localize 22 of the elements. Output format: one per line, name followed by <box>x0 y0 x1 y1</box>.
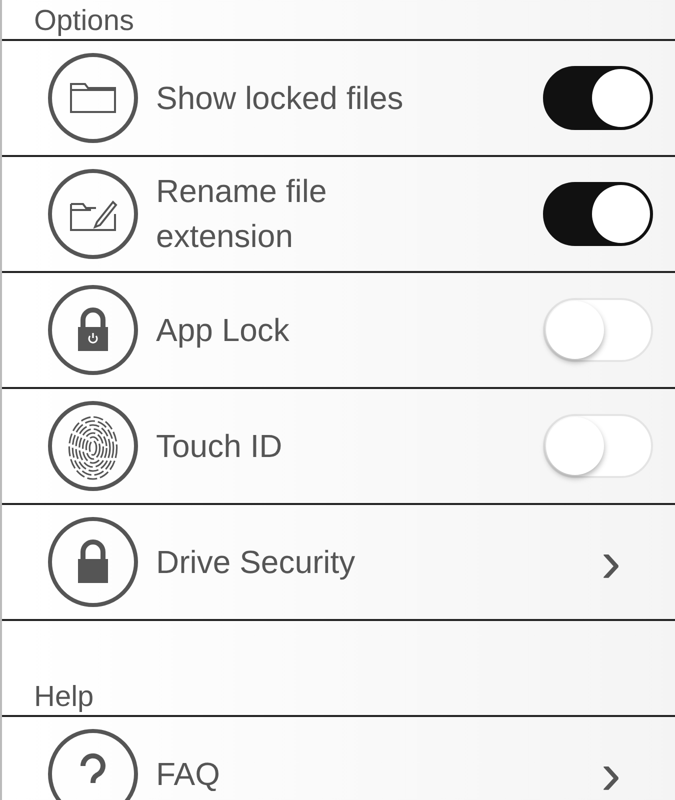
chevron-icon: › <box>601 540 621 584</box>
folder-pencil-icon <box>47 168 139 260</box>
row-label: App Lock <box>156 310 290 350</box>
settings-row[interactable]: Touch ID <box>2 389 675 505</box>
padlock-power-icon <box>47 284 139 376</box>
row-label: FAQ <box>156 754 222 794</box>
question-mark-icon <box>47 728 139 800</box>
row-label: Rename file extension <box>156 172 328 256</box>
row-label: Drive Security <box>156 542 356 582</box>
settings-row[interactable]: Show locked files <box>2 41 675 157</box>
settings-row[interactable]: App Lock <box>2 273 675 389</box>
padlock-icon <box>47 516 139 608</box>
row-label: Touch ID <box>156 426 284 466</box>
settings-row[interactable]: Rename file extension <box>2 157 675 273</box>
chevron-icon: › <box>601 752 621 796</box>
settings-row[interactable]: Drive Security › <box>2 505 675 621</box>
section-header: Help <box>34 680 94 715</box>
section-header: Options <box>34 4 134 39</box>
fingerprint-icon <box>47 400 139 492</box>
folder-icon <box>47 52 139 144</box>
settings-row[interactable]: FAQ › <box>2 717 675 800</box>
row-label: Show locked files <box>156 78 404 118</box>
